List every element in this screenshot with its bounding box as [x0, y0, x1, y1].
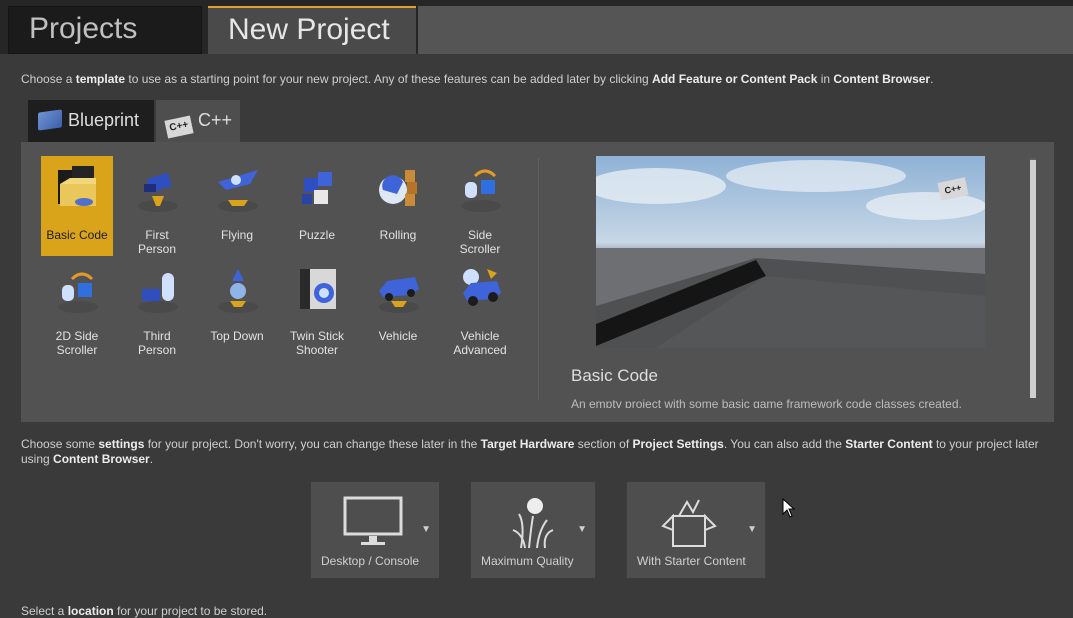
template-label: Basic Code — [46, 228, 108, 242]
template-twin-stick-shooter[interactable]: Twin Stick Shooter — [281, 257, 353, 357]
template-label: Third Person — [137, 329, 177, 357]
cpp-icon: C++ — [164, 115, 194, 139]
template-flying[interactable]: Flying — [201, 156, 273, 256]
template-2d-side-scroller[interactable]: 2D Side Scroller — [41, 257, 113, 357]
template-vehicle-advanced[interactable]: Vehicle Advanced — [444, 257, 516, 357]
mouse-cursor-icon — [782, 498, 796, 518]
tab-projects[interactable]: Projects — [8, 6, 202, 54]
tab-projects-label: Projects — [29, 12, 138, 45]
flying-icon — [218, 170, 258, 212]
tab-bar-filler — [418, 6, 1073, 54]
settings-intro-text: Choose some settings for your project. D… — [21, 437, 1039, 466]
template-label: Vehicle Advanced — [453, 329, 507, 357]
preview-scene — [596, 160, 985, 348]
panel-divider — [538, 158, 539, 400]
preview-title: Basic Code — [571, 366, 658, 385]
top-down-icon — [218, 269, 258, 313]
starter-content-dropdown[interactable]: With Starter Content ▼ — [626, 481, 766, 579]
template-label: Side Scroller — [459, 228, 501, 256]
chevron-down-icon: ▼ — [747, 524, 757, 535]
basic-code-folder-icon — [58, 166, 96, 206]
template-puzzle[interactable]: Puzzle — [281, 156, 353, 256]
side-scroller-icon — [461, 169, 501, 212]
template-first-person[interactable]: First Person — [121, 156, 193, 256]
first-person-icon — [138, 172, 178, 212]
hardware-target-label: Desktop / Console — [321, 554, 420, 568]
template-label: Twin Stick Shooter — [289, 329, 344, 357]
tab-cpp-label: C++ — [198, 110, 233, 130]
template-label: Flying — [220, 228, 253, 242]
template-vehicle[interactable]: Vehicle — [362, 257, 434, 357]
quality-grass-icon — [512, 498, 554, 549]
rolling-icon — [379, 170, 417, 206]
tab-new-project-label: New Project — [228, 13, 390, 46]
template-label: Rolling — [379, 228, 417, 242]
third-person-icon — [138, 273, 178, 313]
tab-cpp[interactable]: C++ C++ — [156, 100, 240, 142]
chevron-down-icon: ▼ — [577, 524, 587, 535]
tab-blueprint[interactable]: Blueprint — [28, 100, 154, 142]
vehicle-icon — [379, 277, 419, 313]
vehicle-advanced-icon — [463, 269, 501, 306]
template-label: Puzzle — [298, 228, 336, 242]
graphics-quality-label: Maximum Quality — [481, 554, 574, 568]
template-label: First Person — [137, 228, 177, 256]
graphics-quality-dropdown[interactable]: Maximum Quality ▼ — [470, 481, 596, 579]
template-top-down[interactable]: Top Down — [201, 257, 273, 357]
tab-new-project[interactable]: New Project — [208, 6, 416, 54]
tab-blueprint-label: Blueprint — [68, 110, 140, 130]
template-label: Top Down — [210, 329, 264, 343]
template-label: Vehicle — [378, 329, 418, 343]
starter-content-label: With Starter Content — [637, 554, 746, 568]
template-basic-code[interactable]: Basic Code — [41, 156, 113, 256]
template-third-person[interactable]: Third Person — [121, 257, 193, 357]
chevron-down-icon: ▼ — [421, 524, 431, 535]
puzzle-icon — [302, 172, 332, 204]
template-side-scroller[interactable]: Side Scroller — [444, 156, 516, 256]
preview-scrollbar[interactable] — [1030, 160, 1036, 398]
blueprint-book-icon — [38, 109, 62, 131]
template-rolling[interactable]: Rolling — [362, 156, 434, 256]
template-intro-text: Choose a template to use as a starting p… — [21, 72, 934, 86]
preview-description: An empty project with some basic game fr… — [571, 398, 962, 408]
template-label: 2D Side Scroller — [55, 329, 99, 357]
2d-side-scroller-icon — [58, 272, 98, 313]
hardware-target-dropdown[interactable]: Desktop / Console ▼ — [310, 481, 440, 579]
twin-stick-shooter-icon — [300, 269, 336, 309]
template-preview-image: C++ — [596, 156, 985, 348]
monitor-icon — [343, 496, 403, 545]
starter-content-box-icon — [661, 499, 717, 547]
